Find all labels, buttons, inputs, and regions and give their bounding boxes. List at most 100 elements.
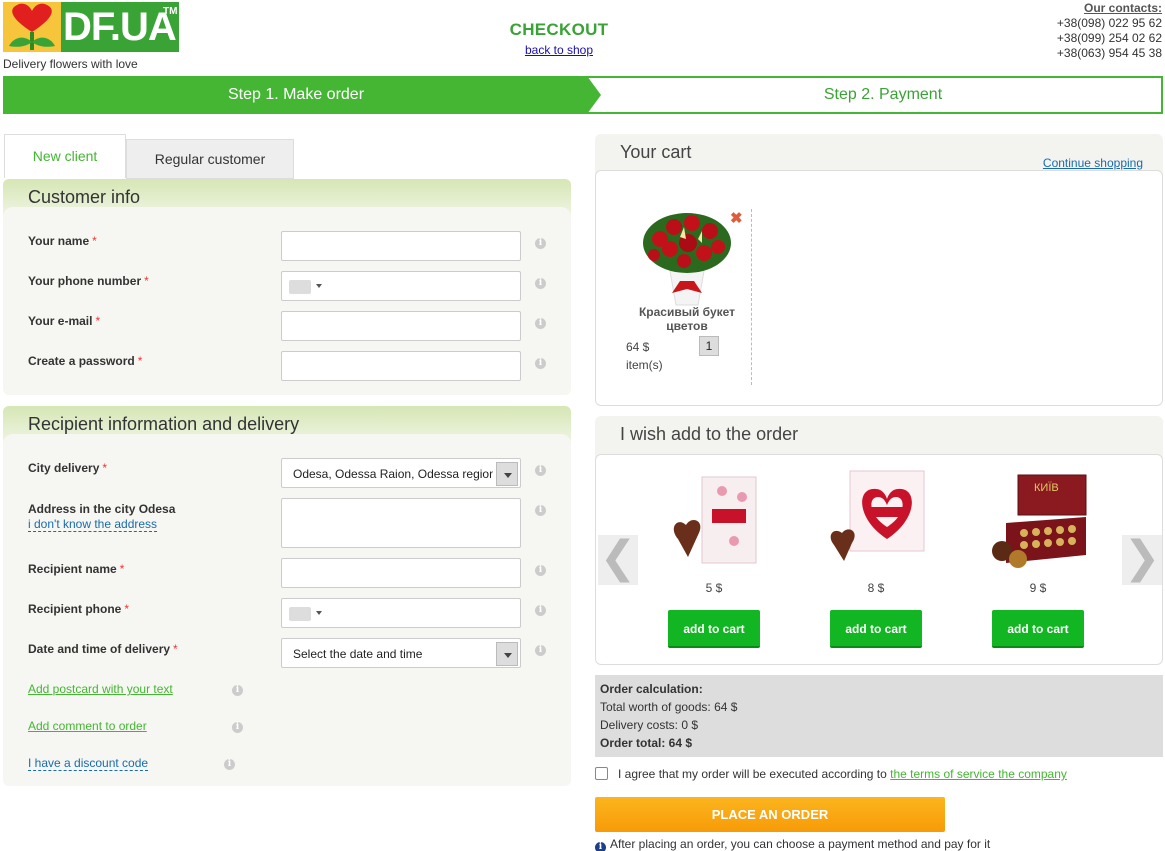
password-label: Create a password *	[28, 354, 143, 368]
info-icon[interactable]: i	[535, 238, 546, 249]
calc-delivery: Delivery costs: 0 $	[600, 718, 699, 732]
country-flag-icon[interactable]	[289, 280, 311, 294]
contacts-title: Our contacts:	[1083, 1, 1162, 15]
info-icon[interactable]: i	[535, 645, 546, 656]
chevron-down-icon[interactable]	[496, 462, 518, 486]
add-comment-link[interactable]: Add comment to order	[28, 719, 147, 733]
password-input[interactable]	[281, 351, 521, 381]
info-icon: i	[595, 842, 606, 851]
datetime-value: Select the date and time	[293, 647, 423, 661]
terms-link[interactable]: the terms of service the company	[890, 767, 1067, 781]
email-input[interactable]	[281, 311, 521, 341]
datetime-label: Date and time of delivery *	[28, 642, 178, 656]
carousel-prev-icon[interactable]: ❮	[598, 535, 638, 585]
phone-input[interactable]	[281, 271, 521, 301]
step-arrow	[587, 76, 601, 114]
logo[interactable]: DF.UA TM	[3, 2, 179, 52]
calc-title: Order calculation:	[600, 682, 703, 696]
phone-2[interactable]: +38(099) 254 02 62	[1057, 31, 1162, 46]
step-1: Step 1. Make order	[5, 78, 587, 112]
terms-text: I agree that my order will be executed a…	[618, 767, 891, 781]
recipient-name-input[interactable]	[281, 558, 521, 588]
phone-3[interactable]: +38(063) 954 45 38	[1057, 46, 1162, 61]
info-icon[interactable]: i	[535, 505, 546, 516]
city-value: Odesa, Odessa Raion, Odessa region	[293, 467, 493, 481]
tab-regular-customer[interactable]: Regular customer	[126, 139, 294, 179]
chevron-down-icon[interactable]	[496, 642, 518, 666]
customer-info-panel: Customer info Your name * i Your phone nu…	[3, 179, 571, 395]
upsell-price: 9 $	[1029, 581, 1047, 595]
logo-trademark: TM	[163, 6, 178, 17]
unknown-address-link[interactable]: i don't know the address	[28, 517, 158, 532]
city-select[interactable]: Odesa, Odessa Raion, Odessa region	[281, 458, 521, 488]
info-icon[interactable]: i	[535, 565, 546, 576]
logo-text: DF.UA	[61, 2, 179, 52]
address-input[interactable]	[281, 498, 521, 548]
country-flag-icon[interactable]	[289, 607, 311, 621]
datetime-select[interactable]: Select the date and time	[281, 638, 521, 668]
bouquet-image[interactable]	[640, 209, 734, 307]
info-icon[interactable]: i	[535, 278, 546, 289]
tagline: Delivery flowers with love	[3, 57, 138, 71]
upsell-box: ❮ ❯ 5 $ add to cart 8 $ add to cart КИЇВ	[595, 454, 1163, 665]
discount-code-link[interactable]: I have a discount code	[28, 756, 149, 771]
tab-new-client[interactable]: New client	[4, 134, 126, 178]
back-to-shop-link[interactable]: back to shop	[459, 43, 659, 57]
your-name-input[interactable]	[281, 231, 521, 261]
carousel-next-icon[interactable]: ❯	[1122, 535, 1162, 585]
quantity-input[interactable]: 1	[699, 336, 719, 356]
checkout-steps: Step 1. Make order Step 2. Payment	[3, 76, 1163, 114]
heart-flower-icon	[3, 2, 61, 52]
upsell-price: 5 $	[705, 581, 723, 595]
add-to-cart-button[interactable]: add to cart	[830, 610, 922, 648]
info-icon[interactable]: i	[535, 358, 546, 369]
info-icon[interactable]: i	[232, 685, 243, 696]
upsell-item: 5 $ add to cart	[664, 469, 764, 649]
box-label: КИЇВ	[1034, 482, 1059, 494]
cart-box: ✖ Красивый букет цветов 64 $ item(s) 1	[595, 170, 1163, 406]
info-icon[interactable]: i	[535, 318, 546, 329]
city-label: City delivery *	[28, 461, 108, 475]
info-icon[interactable]: i	[224, 759, 235, 770]
upsell-item: КИЇВ 9 $ add to cart	[988, 469, 1088, 649]
info-icon[interactable]: i	[232, 722, 243, 733]
phone-1[interactable]: +38(098) 022 95 62	[1057, 16, 1162, 31]
email-label: Your e-mail *	[28, 314, 101, 328]
cart-item-name[interactable]: Красивый букет цветов	[626, 305, 748, 333]
recipient-name-label: Recipient name *	[28, 562, 125, 576]
upsell-title: I wish add to the order	[620, 424, 799, 444]
phone-label: Your phone number *	[28, 274, 149, 288]
chocolate-box-image[interactable]	[826, 469, 926, 574]
cart-item: ✖ Красивый букет цветов 64 $ item(s) 1	[626, 209, 752, 385]
cart-title: Your cart	[620, 142, 692, 162]
remove-item-icon[interactable]: ✖	[730, 209, 743, 227]
chevron-down-icon[interactable]	[316, 611, 322, 615]
cart-item-unit: item(s)	[626, 358, 663, 372]
cart-item-price: 64 $	[626, 340, 650, 354]
chocolate-box-image[interactable]: КИЇВ	[988, 469, 1088, 574]
chevron-down-icon[interactable]	[316, 284, 322, 288]
add-to-cart-button[interactable]: add to cart	[668, 610, 760, 648]
recipient-phone-input[interactable]	[281, 598, 521, 628]
contacts: Our contacts: +38(098) 022 95 62 +38(099…	[1057, 1, 1162, 61]
recipient-panel: Recipient information and delivery City …	[3, 406, 571, 786]
info-icon[interactable]: i	[535, 465, 546, 476]
chocolate-box-image[interactable]	[664, 469, 764, 574]
add-postcard-link[interactable]: Add postcard with your text	[28, 682, 173, 696]
after-order-text: After placing an order, you can choose a…	[610, 837, 991, 851]
address-label: Address in the city Odesa	[28, 502, 176, 516]
recipient-phone-label: Recipient phone *	[28, 602, 130, 616]
step-2: Step 2. Payment	[823, 86, 943, 103]
place-order-button[interactable]: PLACE AN ORDER	[595, 797, 945, 832]
info-icon[interactable]: i	[535, 605, 546, 616]
calc-total: Order total: 64 $	[600, 736, 693, 750]
order-calculation: Order calculation: Total worth of goods:…	[595, 675, 1163, 757]
terms-checkbox[interactable]	[595, 767, 608, 780]
upsell-price: 8 $	[867, 581, 885, 595]
upsell-item: 8 $ add to cart	[826, 469, 926, 649]
calc-goods: Total worth of goods: 64 $	[600, 700, 738, 714]
page-title: CHECKOUT	[509, 20, 609, 39]
add-to-cart-button[interactable]: add to cart	[992, 610, 1084, 648]
your-name-label: Your name *	[28, 234, 97, 248]
after-order-note: i After placing an order, you can choose …	[595, 837, 990, 851]
